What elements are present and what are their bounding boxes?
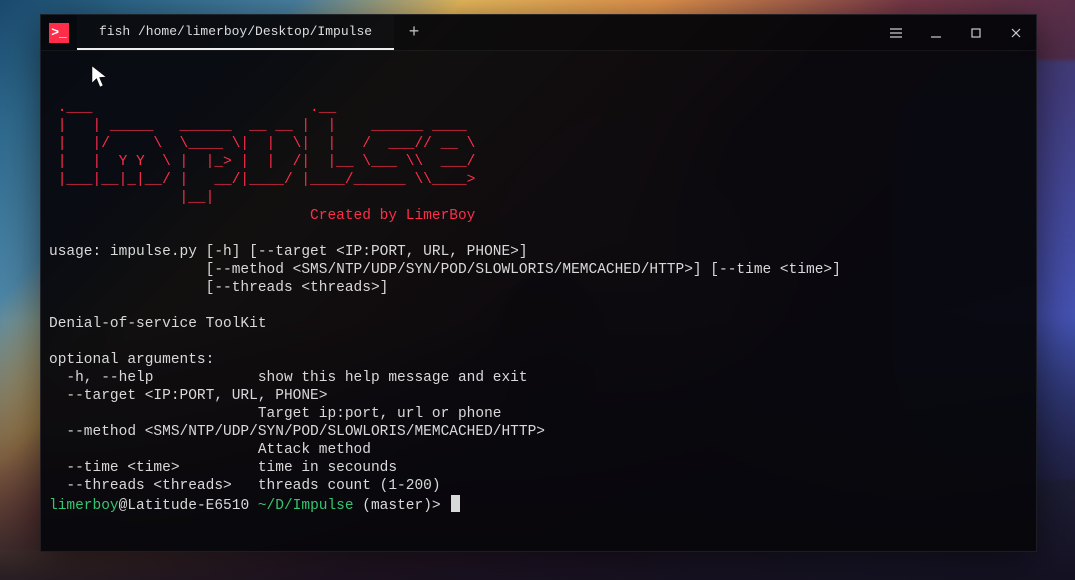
terminal-window: >_ fish /home/limerboy/Desktop/Impulse +… <box>40 14 1037 552</box>
prompt-host: @Latitude-E6510 <box>119 498 258 514</box>
usage-line: [--threads <threads>] <box>49 280 388 296</box>
prompt-path: ~/D/Impulse <box>258 498 354 514</box>
titlebar-spacer <box>434 15 876 50</box>
tab-title: fish /home/limerboy/Desktop/Impulse <box>99 24 372 39</box>
description-line: Denial-of-service ToolKit <box>49 316 267 332</box>
maximize-button[interactable] <box>956 15 996 50</box>
credit-line: Created by LimerBoy <box>310 208 475 224</box>
close-icon <box>1009 26 1023 40</box>
option-line: --target <IP:PORT, URL, PHONE> <box>49 388 327 404</box>
minimize-icon <box>929 26 943 40</box>
mouse-cursor-icon <box>91 65 111 94</box>
terminal-output: .___ .__ | | _____ ______ __ __ | | ____… <box>49 99 1028 515</box>
hamburger-icon <box>888 25 904 41</box>
new-tab-button[interactable]: + <box>394 15 434 50</box>
minimize-button[interactable] <box>916 15 956 50</box>
app-icon: >_ <box>41 15 77 50</box>
window-titlebar[interactable]: >_ fish /home/limerboy/Desktop/Impulse + <box>41 15 1036 51</box>
option-line: --method <SMS/NTP/UDP/SYN/POD/SLOWLORIS/… <box>49 424 545 440</box>
prompt-user: limerboy <box>49 498 119 514</box>
option-line: --time <time> time in secounds <box>49 460 397 476</box>
terminal-cursor[interactable] <box>451 495 460 512</box>
terminal-logo-icon: >_ <box>49 23 69 43</box>
options-header: optional arguments: <box>49 352 214 368</box>
tab-active[interactable]: fish /home/limerboy/Desktop/Impulse <box>77 15 394 50</box>
plus-icon: + <box>409 23 420 43</box>
usage-line: [--method <SMS/NTP/UDP/SYN/POD/SLOWLORIS… <box>49 262 841 278</box>
option-line: Attack method <box>49 442 371 458</box>
option-line: Target ip:port, url or phone <box>49 406 501 422</box>
usage-line: usage: impulse.py [-h] [--target <IP:POR… <box>49 244 528 260</box>
option-line: -h, --help show this help message and ex… <box>49 370 528 386</box>
option-line: --threads <threads> threads count (1-200… <box>49 478 441 494</box>
prompt-branch: (master)> <box>354 498 450 514</box>
terminal-viewport[interactable]: .___ .__ | | _____ ______ __ __ | | ____… <box>41 51 1036 551</box>
ascii-logo: .___ .__ | | _____ ______ __ __ | | ____… <box>49 100 493 206</box>
maximize-icon <box>969 26 983 40</box>
close-button[interactable] <box>996 15 1036 50</box>
hamburger-menu-button[interactable] <box>876 15 916 50</box>
